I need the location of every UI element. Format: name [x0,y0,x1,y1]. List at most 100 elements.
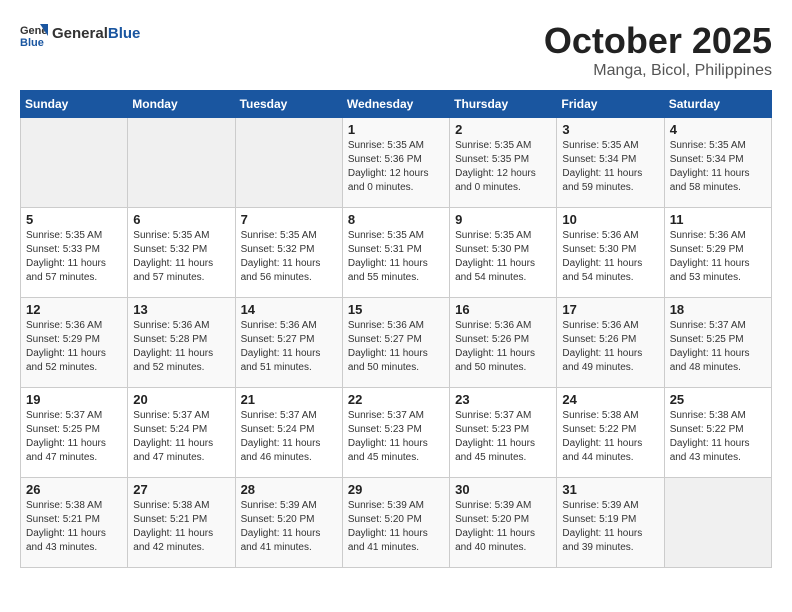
calendar-cell [235,118,342,208]
daylight-text: Daylight: 11 hours and 45 minutes. [348,437,444,465]
sunset-text: Sunset: 5:24 PM [241,423,337,437]
sunrise-text: Sunrise: 5:39 AM [455,499,551,513]
calendar-cell: 13 Sunrise: 5:36 AM Sunset: 5:28 PM Dayl… [128,298,235,388]
sunrise-text: Sunrise: 5:38 AM [26,499,122,513]
calendar-cell [21,118,128,208]
calendar-cell: 12 Sunrise: 5:36 AM Sunset: 5:29 PM Dayl… [21,298,128,388]
daylight-text: Daylight: 11 hours and 56 minutes. [241,257,337,285]
day-info: Sunrise: 5:36 AM Sunset: 5:29 PM Dayligh… [26,319,122,375]
daylight-text: Daylight: 11 hours and 52 minutes. [133,347,229,375]
sunrise-text: Sunrise: 5:37 AM [670,319,766,333]
location-title: Manga, Bicol, Philippines [544,62,772,80]
day-info: Sunrise: 5:37 AM Sunset: 5:24 PM Dayligh… [241,409,337,465]
day-info: Sunrise: 5:37 AM Sunset: 5:23 PM Dayligh… [348,409,444,465]
calendar-cell: 22 Sunrise: 5:37 AM Sunset: 5:23 PM Dayl… [342,388,449,478]
calendar-week-row: 19 Sunrise: 5:37 AM Sunset: 5:25 PM Dayl… [21,388,772,478]
day-number: 2 [455,122,551,137]
calendar-cell [128,118,235,208]
calendar-cell: 10 Sunrise: 5:36 AM Sunset: 5:30 PM Dayl… [557,208,664,298]
sunrise-text: Sunrise: 5:37 AM [348,409,444,423]
calendar-cell: 3 Sunrise: 5:35 AM Sunset: 5:34 PM Dayli… [557,118,664,208]
day-info: Sunrise: 5:36 AM Sunset: 5:27 PM Dayligh… [241,319,337,375]
calendar-cell: 27 Sunrise: 5:38 AM Sunset: 5:21 PM Dayl… [128,478,235,568]
day-number: 28 [241,482,337,497]
sunset-text: Sunset: 5:26 PM [455,333,551,347]
day-number: 13 [133,302,229,317]
sunset-text: Sunset: 5:34 PM [562,153,658,167]
sunset-text: Sunset: 5:29 PM [26,333,122,347]
sunset-text: Sunset: 5:32 PM [133,243,229,257]
daylight-text: Daylight: 11 hours and 40 minutes. [455,527,551,555]
calendar-week-row: 26 Sunrise: 5:38 AM Sunset: 5:21 PM Dayl… [21,478,772,568]
calendar-week-row: 1 Sunrise: 5:35 AM Sunset: 5:36 PM Dayli… [21,118,772,208]
daylight-text: Daylight: 11 hours and 46 minutes. [241,437,337,465]
sunset-text: Sunset: 5:20 PM [241,513,337,527]
sunset-text: Sunset: 5:32 PM [241,243,337,257]
day-number: 27 [133,482,229,497]
calendar-week-row: 12 Sunrise: 5:36 AM Sunset: 5:29 PM Dayl… [21,298,772,388]
sunset-text: Sunset: 5:35 PM [455,153,551,167]
day-info: Sunrise: 5:35 AM Sunset: 5:34 PM Dayligh… [670,139,766,195]
day-info: Sunrise: 5:39 AM Sunset: 5:19 PM Dayligh… [562,499,658,555]
day-number: 12 [26,302,122,317]
sunrise-text: Sunrise: 5:36 AM [241,319,337,333]
day-info: Sunrise: 5:37 AM Sunset: 5:23 PM Dayligh… [455,409,551,465]
calendar-cell: 5 Sunrise: 5:35 AM Sunset: 5:33 PM Dayli… [21,208,128,298]
weekday-header: Monday [128,91,235,118]
day-info: Sunrise: 5:36 AM Sunset: 5:28 PM Dayligh… [133,319,229,375]
sunset-text: Sunset: 5:22 PM [562,423,658,437]
day-number: 1 [348,122,444,137]
day-number: 7 [241,212,337,227]
calendar-cell: 21 Sunrise: 5:37 AM Sunset: 5:24 PM Dayl… [235,388,342,478]
sunrise-text: Sunrise: 5:39 AM [562,499,658,513]
calendar-cell: 20 Sunrise: 5:37 AM Sunset: 5:24 PM Dayl… [128,388,235,478]
weekday-header: Sunday [21,91,128,118]
daylight-text: Daylight: 11 hours and 41 minutes. [241,527,337,555]
day-info: Sunrise: 5:35 AM Sunset: 5:36 PM Dayligh… [348,139,444,195]
day-number: 8 [348,212,444,227]
sunset-text: Sunset: 5:23 PM [348,423,444,437]
sunrise-text: Sunrise: 5:35 AM [241,229,337,243]
day-number: 20 [133,392,229,407]
calendar-cell: 17 Sunrise: 5:36 AM Sunset: 5:26 PM Dayl… [557,298,664,388]
calendar-cell: 8 Sunrise: 5:35 AM Sunset: 5:31 PM Dayli… [342,208,449,298]
daylight-text: Daylight: 11 hours and 42 minutes. [133,527,229,555]
calendar-cell: 28 Sunrise: 5:39 AM Sunset: 5:20 PM Dayl… [235,478,342,568]
calendar-cell: 19 Sunrise: 5:37 AM Sunset: 5:25 PM Dayl… [21,388,128,478]
daylight-text: Daylight: 11 hours and 53 minutes. [670,257,766,285]
daylight-text: Daylight: 11 hours and 47 minutes. [26,437,122,465]
sunrise-text: Sunrise: 5:38 AM [670,409,766,423]
sunset-text: Sunset: 5:26 PM [562,333,658,347]
sunrise-text: Sunrise: 5:35 AM [133,229,229,243]
sunrise-text: Sunrise: 5:36 AM [455,319,551,333]
calendar-cell: 15 Sunrise: 5:36 AM Sunset: 5:27 PM Dayl… [342,298,449,388]
daylight-text: Daylight: 11 hours and 58 minutes. [670,167,766,195]
daylight-text: Daylight: 12 hours and 0 minutes. [348,167,444,195]
day-number: 26 [26,482,122,497]
sunrise-text: Sunrise: 5:38 AM [133,499,229,513]
day-info: Sunrise: 5:36 AM Sunset: 5:29 PM Dayligh… [670,229,766,285]
calendar-cell: 24 Sunrise: 5:38 AM Sunset: 5:22 PM Dayl… [557,388,664,478]
sunset-text: Sunset: 5:33 PM [26,243,122,257]
weekday-header: Friday [557,91,664,118]
calendar-cell: 4 Sunrise: 5:35 AM Sunset: 5:34 PM Dayli… [664,118,771,208]
calendar-cell [664,478,771,568]
calendar-cell: 18 Sunrise: 5:37 AM Sunset: 5:25 PM Dayl… [664,298,771,388]
daylight-text: Daylight: 11 hours and 43 minutes. [670,437,766,465]
day-number: 31 [562,482,658,497]
day-number: 21 [241,392,337,407]
sunset-text: Sunset: 5:30 PM [455,243,551,257]
day-info: Sunrise: 5:36 AM Sunset: 5:26 PM Dayligh… [455,319,551,375]
day-info: Sunrise: 5:35 AM Sunset: 5:31 PM Dayligh… [348,229,444,285]
daylight-text: Daylight: 11 hours and 39 minutes. [562,527,658,555]
sunset-text: Sunset: 5:36 PM [348,153,444,167]
daylight-text: Daylight: 11 hours and 57 minutes. [26,257,122,285]
calendar-cell: 9 Sunrise: 5:35 AM Sunset: 5:30 PM Dayli… [450,208,557,298]
daylight-text: Daylight: 11 hours and 48 minutes. [670,347,766,375]
day-number: 5 [26,212,122,227]
sunset-text: Sunset: 5:24 PM [133,423,229,437]
day-info: Sunrise: 5:38 AM Sunset: 5:22 PM Dayligh… [562,409,658,465]
day-info: Sunrise: 5:35 AM Sunset: 5:30 PM Dayligh… [455,229,551,285]
daylight-text: Daylight: 11 hours and 50 minutes. [348,347,444,375]
day-number: 9 [455,212,551,227]
